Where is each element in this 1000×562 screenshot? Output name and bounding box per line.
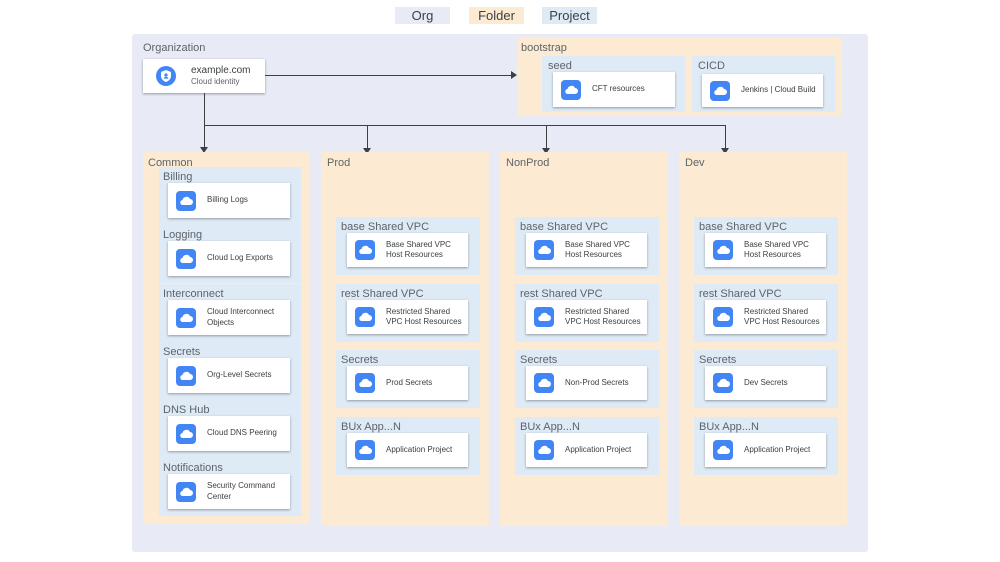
resource-card: Cloud DNS Peering <box>168 416 290 451</box>
org-identity-card: example.com Cloud identity <box>143 59 265 93</box>
project-label: Secrets <box>163 346 201 358</box>
resource-card: Application Project <box>526 433 647 467</box>
resource-text: Non-Prod Secrets <box>565 377 629 387</box>
resource-text: Cloud Interconnect Objects <box>207 307 275 327</box>
resource-card: Base Shared VPC Host Resources <box>526 233 647 267</box>
project-label: Secrets <box>699 354 737 366</box>
cloud-icon <box>355 307 375 327</box>
cloud-icon <box>355 373 375 393</box>
resource-card: Org-Level Secrets <box>168 358 290 393</box>
env-label: Dev <box>685 157 705 169</box>
resource-text: Application Project <box>744 444 811 454</box>
project-label: rest Shared VPC <box>699 288 782 300</box>
project-label: Interconnect <box>163 288 224 300</box>
resource-text: Dev Secrets <box>744 377 788 387</box>
project-label: Logging <box>163 229 203 241</box>
cloud-icon <box>176 481 196 502</box>
resource-text: Jenkins | Cloud Build <box>741 85 816 95</box>
project-label: Secrets <box>520 354 558 366</box>
resource-card: Dev Secrets <box>705 366 826 400</box>
resource-text: Application Project <box>565 444 632 454</box>
cloud-icon <box>176 423 196 444</box>
arrow-bootstrap <box>511 71 517 79</box>
resource-card: Application Project <box>705 433 826 467</box>
cloud-icon <box>176 248 196 269</box>
seed-label: seed <box>548 60 572 72</box>
project-label: BUx App...N <box>341 421 401 433</box>
project-label: Notifications <box>163 462 223 474</box>
cloud-icon <box>355 240 375 260</box>
resource-text: Base Shared VPC Host Resources <box>744 239 809 260</box>
cloud-icon <box>534 240 554 260</box>
project-label: base Shared VPC <box>699 221 788 233</box>
resource-card: Cloud Log Exports <box>168 241 290 276</box>
resource-text: Cloud Log Exports <box>207 253 273 263</box>
resource-card: Security Command Center <box>168 474 290 509</box>
connector-bootstrap <box>265 75 511 76</box>
bootstrap-label: bootstrap <box>521 42 567 54</box>
resource-text: Billing Logs <box>207 195 248 205</box>
project-label: rest Shared VPC <box>520 288 603 300</box>
resource-card: Billing Logs <box>168 183 290 218</box>
project-label: base Shared VPC <box>341 221 430 233</box>
cicd-label: CICD <box>698 60 725 72</box>
resource-text: Base Shared VPC Host Resources <box>565 239 630 260</box>
project-label: rest Shared VPC <box>341 288 424 300</box>
resource-text: Restricted Shared VPC Host Resources <box>386 306 462 327</box>
legend-org: Org <box>395 7 450 24</box>
resource-card: Base Shared VPC Host Resources <box>705 233 826 267</box>
env-label: Prod <box>327 157 351 169</box>
project-label: Billing <box>163 171 193 183</box>
cloud-icon <box>355 440 375 460</box>
project-label: base Shared VPC <box>520 221 609 233</box>
cloud-icon <box>534 440 554 460</box>
cloud-icon <box>176 365 196 386</box>
env-label: NonProd <box>506 157 550 169</box>
resource-text: Restricted Shared VPC Host Resources <box>565 306 641 327</box>
legend-folder: Folder <box>469 7 524 24</box>
organization-label: Organization <box>143 42 206 54</box>
cloud-icon <box>176 190 196 211</box>
project-label: BUx App...N <box>520 421 580 433</box>
cloud-icon <box>534 307 554 327</box>
project-label: DNS Hub <box>163 404 210 416</box>
legend-project: Project <box>542 7 597 24</box>
resource-card: Non-Prod Secrets <box>526 366 647 400</box>
resource-text: Security Command Center <box>207 481 276 501</box>
resource-card: Base Shared VPC Host Resources <box>347 233 468 267</box>
resource-card: Restricted Shared VPC Host Resources <box>705 300 826 334</box>
resource-card: Prod Secrets <box>347 366 468 400</box>
connector-prod <box>367 125 368 150</box>
cloud-icon <box>710 80 730 101</box>
seed-resource-card: CFT resources <box>553 72 675 107</box>
cloud-icon <box>561 79 581 100</box>
shield-icon <box>155 65 177 87</box>
connector-bus <box>204 125 725 126</box>
org-sub: Cloud identity <box>191 77 240 86</box>
cloud-icon <box>713 440 733 460</box>
cloud-icon <box>713 240 733 260</box>
resource-card: Restricted Shared VPC Host Resources <box>526 300 647 334</box>
cloud-icon <box>176 307 196 328</box>
project-label: Secrets <box>341 354 379 366</box>
connector-nonprod <box>546 125 547 150</box>
resource-card: Cloud Interconnect Objects <box>168 300 290 335</box>
resource-text: Application Project <box>386 444 453 454</box>
resource-text: Org-Level Secrets <box>207 370 272 380</box>
resource-text: Prod Secrets <box>386 377 433 387</box>
cloud-icon <box>713 373 733 393</box>
resource-text: CFT resources <box>592 84 645 94</box>
cloud-icon <box>713 307 733 327</box>
resource-text: Restricted Shared VPC Host Resources <box>744 306 820 327</box>
connector-dev <box>725 125 726 150</box>
org-domain: example.com <box>191 65 251 76</box>
connector-trunk <box>204 93 205 150</box>
project-label: BUx App...N <box>699 421 759 433</box>
cicd-resource-card: Jenkins | Cloud Build <box>702 74 823 107</box>
resource-text: Cloud DNS Peering <box>207 428 277 438</box>
resource-text: Base Shared VPC Host Resources <box>386 239 451 260</box>
resource-card: Restricted Shared VPC Host Resources <box>347 300 468 334</box>
cloud-icon <box>534 373 554 393</box>
resource-card: Application Project <box>347 433 468 467</box>
